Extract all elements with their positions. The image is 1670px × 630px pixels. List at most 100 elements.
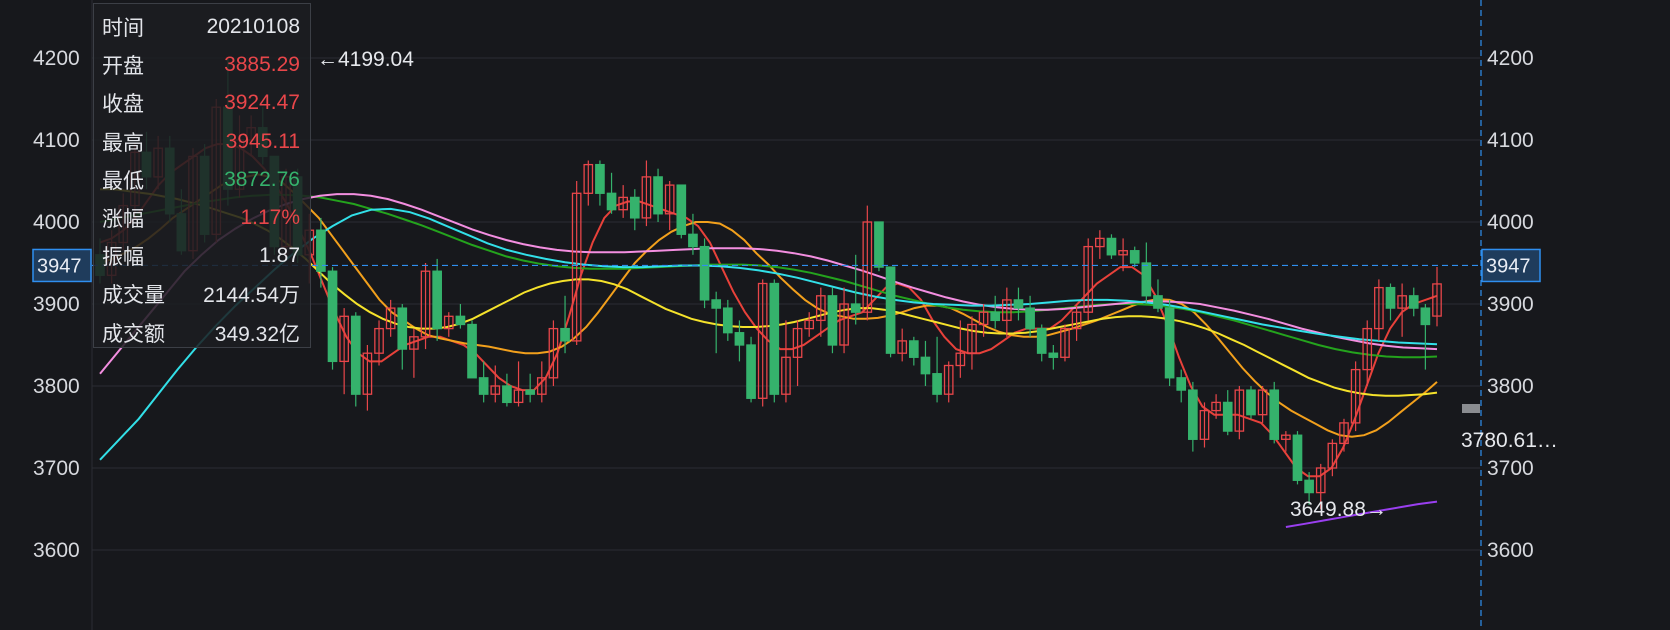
tooltip-row: 时间 20210108	[94, 8, 310, 46]
candle-body-down	[990, 311, 1001, 322]
y-tick-label-left: 3600	[33, 539, 80, 562]
candle	[1164, 299, 1175, 386]
candle	[443, 312, 454, 337]
tooltip-row: 最低 3872.76	[94, 161, 310, 199]
candle-body-down	[699, 245, 710, 301]
candle	[1129, 246, 1140, 268]
candle-body-down	[629, 196, 640, 219]
candle-body-down	[397, 307, 408, 350]
candle	[583, 160, 594, 206]
candle	[722, 299, 733, 341]
candle	[1048, 345, 1059, 370]
candle	[990, 295, 1001, 329]
candle-body-down	[1292, 434, 1303, 481]
candle-body-down	[746, 344, 756, 399]
y-tick-label-right: 3700	[1487, 457, 1534, 480]
tooltip-value: 2144.54万	[203, 284, 300, 308]
crosshair-price-tag-left: 3947	[32, 248, 92, 283]
candle-body-down	[1141, 262, 1152, 297]
y-tick-label-right: 3800	[1487, 375, 1534, 398]
candle	[1374, 279, 1384, 341]
tooltip-row: 振幅 1.87	[94, 237, 310, 275]
tooltip-label: 开盘	[102, 55, 144, 79]
y-tick-label-left: 4100	[33, 129, 80, 152]
candle	[781, 320, 791, 403]
candle	[513, 361, 524, 407]
price-tag-right-text: 3947	[1486, 255, 1531, 277]
tooltip-value: 3924.47	[224, 91, 300, 115]
candle	[653, 168, 663, 222]
y-tick-label-right: 3900	[1487, 293, 1534, 316]
candle	[932, 336, 942, 403]
candle-body-down	[595, 163, 605, 194]
candle-body-down	[327, 270, 338, 363]
candle	[374, 320, 384, 366]
candle-body-down	[1164, 307, 1175, 379]
candle	[455, 304, 466, 329]
candle	[385, 299, 396, 337]
candle	[595, 160, 605, 206]
candle	[804, 312, 815, 337]
candle-body-down	[734, 332, 745, 346]
candle	[1246, 386, 1256, 419]
tooltip-label: 最低	[102, 169, 144, 193]
candle-body-down	[525, 389, 536, 395]
candle-body-down	[1408, 295, 1419, 309]
tooltip-label: 振幅	[102, 246, 144, 270]
candle	[1106, 234, 1117, 259]
tooltip-label: 涨幅	[102, 208, 144, 232]
candle-body-down	[1129, 250, 1140, 264]
candle-body-down	[1153, 295, 1163, 309]
tooltip-value: 3885.29	[224, 53, 300, 77]
candle	[641, 160, 652, 227]
ohlc-tooltip: 时间 20210108 开盘 3885.29 收盘 3924.47 最高 3945.11 最低 3…	[93, 3, 311, 348]
candle-body-down	[653, 176, 663, 215]
candle	[757, 279, 768, 407]
tooltip-row: 涨幅 1.17%	[94, 199, 310, 237]
y-tick-label-left: 4200	[33, 47, 80, 70]
candle-body-down	[920, 356, 931, 375]
tooltip-value: 1.17%	[240, 206, 300, 230]
right-value-annotation: 3780.61…	[1461, 429, 1558, 452]
candle	[943, 361, 954, 403]
candle	[1095, 230, 1105, 259]
y-tick-label-left: 3800	[33, 375, 80, 398]
candle	[420, 263, 431, 350]
y-axis-left: 3600 3700 3800 3900 4000 4100 4200	[33, 47, 80, 562]
candle-body-down	[688, 233, 698, 248]
candle-body-down	[722, 307, 733, 334]
candle-body-down	[711, 299, 722, 309]
y-tick-label-right: 3600	[1487, 539, 1534, 562]
candle	[676, 184, 687, 239]
price-tag-left-text: 3947	[37, 255, 82, 277]
candle-body-down	[1025, 307, 1035, 330]
candle	[502, 373, 512, 407]
candle-body-down	[432, 270, 442, 330]
candle	[350, 312, 361, 407]
candle-body-down	[1013, 299, 1024, 309]
candle	[1036, 324, 1047, 362]
candle	[1292, 431, 1303, 485]
tooltip-row: 成交额 349.32亿	[94, 314, 310, 352]
high-annotation: ←4199.04	[317, 48, 414, 71]
candle-body-down	[1222, 401, 1233, 432]
candle	[525, 373, 536, 403]
candle	[746, 336, 756, 403]
candle	[1188, 381, 1198, 452]
candle	[967, 316, 977, 370]
candle	[409, 328, 419, 378]
last-price-marker	[1462, 404, 1480, 413]
tooltip-value: 3945.11	[225, 129, 300, 153]
candle	[1385, 283, 1396, 321]
tooltip-row: 最高 3945.11	[94, 123, 310, 161]
y-tick-label-left: 4000	[33, 211, 80, 234]
y-tick-label-left: 3900	[33, 293, 80, 316]
y-tick-label-right: 4000	[1487, 211, 1534, 234]
y-tick-label-right: 4100	[1487, 129, 1534, 152]
candle	[769, 279, 780, 403]
candle-body-down	[932, 373, 942, 395]
candle-body-down	[467, 323, 477, 379]
tooltip-label: 最高	[102, 131, 144, 155]
candle-body-down	[769, 282, 780, 395]
y-tick-label-right: 4200	[1487, 47, 1534, 70]
